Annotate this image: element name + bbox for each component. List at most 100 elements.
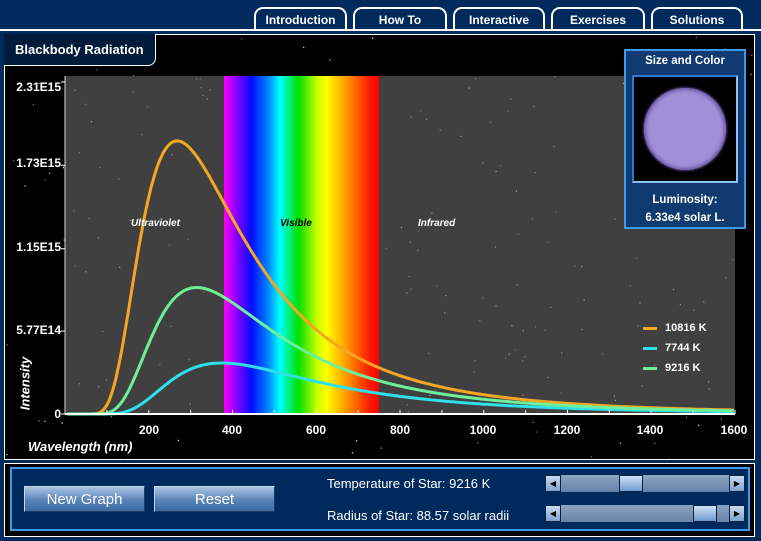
- star-dot: [168, 244, 171, 246]
- star-dot: [408, 275, 410, 277]
- star-dot: [629, 285, 631, 287]
- star-dot: [544, 329, 546, 331]
- star-dot: [96, 69, 98, 71]
- star-dot: [74, 265, 76, 267]
- star-dot: [110, 416, 113, 418]
- star-dot: [555, 211, 557, 213]
- y-tick-label: 1.15E15: [16, 240, 61, 254]
- star-dot: [73, 210, 75, 212]
- legend-label: 9216 K: [665, 362, 701, 374]
- star-dot: [141, 134, 143, 136]
- star-dot: [78, 152, 80, 154]
- star-dot: [613, 395, 616, 397]
- star-dot: [561, 352, 563, 354]
- new-graph-button[interactable]: New Graph: [24, 486, 145, 512]
- star-dot: [24, 185, 26, 187]
- star-dot: [751, 54, 753, 56]
- star-dot: [84, 103, 87, 105]
- star-dot: [385, 247, 387, 249]
- y-tick-label: 2.31E15: [16, 80, 61, 94]
- star-dot: [477, 442, 479, 444]
- star-dot: [522, 360, 524, 362]
- star-dot: [105, 379, 107, 381]
- star-dot: [118, 178, 120, 180]
- star-dot: [426, 118, 428, 120]
- star-dot: [510, 98, 512, 100]
- y-tick-label: 5.77E14: [16, 323, 61, 337]
- star-dot: [522, 394, 524, 396]
- star-dot: [685, 416, 688, 418]
- temperature-slider-thumb[interactable]: [618, 475, 643, 492]
- star-dot: [177, 439, 179, 442]
- star-dot: [619, 442, 622, 444]
- star-dot: [515, 190, 517, 192]
- slider-right-arrow-icon[interactable]: ▶: [729, 475, 745, 492]
- star-dot: [499, 165, 502, 167]
- star-dot: [581, 266, 583, 268]
- star-dot: [490, 121, 492, 123]
- star-dot: [444, 312, 446, 314]
- star-dot: [750, 73, 752, 75]
- star-dot: [44, 179, 46, 181]
- star-dot: [240, 38, 243, 40]
- star-dot: [468, 87, 470, 89]
- star-dot: [508, 353, 510, 355]
- star-dot: [200, 87, 202, 89]
- star-dot: [351, 452, 354, 454]
- star-dot: [583, 299, 585, 301]
- star-dot: [614, 399, 616, 401]
- reset-button[interactable]: Reset: [154, 486, 275, 512]
- star-dot: [522, 330, 524, 332]
- x-tick-label: 1400: [636, 423, 664, 437]
- star-dot: [78, 383, 80, 385]
- star-dot: [90, 121, 92, 123]
- radius-slider[interactable]: ◀ ▶: [545, 505, 745, 522]
- slider-left-arrow-icon[interactable]: ◀: [545, 505, 561, 522]
- star-dot: [428, 352, 430, 354]
- legend: 10816 K 7744 K 9216 K: [643, 318, 707, 378]
- luminosity-label: Luminosity:: [652, 194, 718, 206]
- star-dot: [406, 292, 408, 294]
- star-dot: [88, 217, 90, 220]
- star-dot: [85, 271, 87, 273]
- star-dot: [206, 98, 208, 100]
- slider-right-arrow-icon[interactable]: ▶: [729, 505, 745, 522]
- star-dot: [482, 297, 484, 299]
- legend-item: 9216 K: [643, 358, 707, 378]
- star-dot: [99, 166, 101, 168]
- star-dot: [553, 146, 555, 148]
- legend-item: 10816 K: [643, 318, 707, 338]
- star-dot: [62, 167, 64, 169]
- star-dot: [406, 404, 408, 406]
- legend-item: 7744 K: [643, 338, 707, 358]
- slider-left-arrow-icon[interactable]: ◀: [545, 475, 561, 492]
- temperature-slider[interactable]: ◀ ▶: [545, 475, 745, 492]
- star-dot: [533, 106, 535, 108]
- star-dot: [524, 356, 526, 358]
- star-dot: [429, 394, 431, 397]
- star-dot: [495, 170, 497, 173]
- star-dot: [654, 442, 656, 444]
- x-tick-label: 600: [305, 423, 327, 437]
- star-dot: [49, 172, 51, 174]
- star-dot: [127, 458, 129, 460]
- star-dot: [209, 89, 211, 91]
- star-dot: [581, 328, 583, 331]
- star-dot: [672, 288, 674, 291]
- star-dot: [668, 458, 670, 460]
- star-dot: [517, 233, 519, 235]
- star-dot: [708, 381, 710, 383]
- star-dot: [436, 285, 438, 287]
- panel-title: Blackbody Radiation: [4, 34, 156, 66]
- star-dot: [679, 304, 681, 306]
- star-dot: [601, 353, 604, 355]
- star-dot: [534, 171, 536, 174]
- x-tick-label: 1600: [720, 423, 748, 437]
- star-dot: [32, 104, 35, 106]
- star-dot: [119, 266, 121, 268]
- x-tick-label: 1000: [469, 423, 497, 437]
- radius-slider-thumb[interactable]: [693, 505, 718, 522]
- star-dot: [698, 424, 700, 426]
- star-dot: [507, 110, 509, 112]
- star-dot: [303, 46, 305, 49]
